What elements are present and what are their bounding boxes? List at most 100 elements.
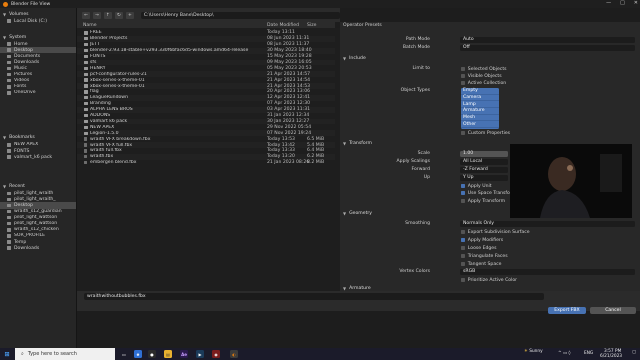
tangent-space-checkbox[interactable]: Tangent Space <box>461 261 501 267</box>
folder-icon <box>84 66 88 70</box>
object-type-armature[interactable]: Armature <box>461 108 499 115</box>
folder-icon <box>84 72 88 76</box>
file-size: 5.4 MiB <box>307 142 325 148</box>
file-date: 21 Jan 2023 08:26 <box>267 160 310 166</box>
tray-icons[interactable]: ^ ▭ ◊ <box>558 351 571 356</box>
sidebar-item-recent[interactable]: Downloads <box>0 245 76 251</box>
system-header[interactable]: ▼ System <box>0 33 76 41</box>
up-select[interactable]: Y Up <box>460 175 508 181</box>
file-date: 21 Apr 2023 14:54 <box>267 77 311 83</box>
file-name: LeagueRundown <box>90 95 128 101</box>
apply-transform-checkbox[interactable]: Apply Transform <box>461 198 505 204</box>
forward-select[interactable]: -Z Forward <box>460 167 508 173</box>
object-type-other[interactable]: Other <box>461 121 499 129</box>
folder-icon <box>84 90 88 94</box>
export-subdivision-checkbox[interactable]: Export Subdivision Surface <box>461 229 530 235</box>
filename-input[interactable]: wraithwithoutbubbles.fbx <box>84 293 544 300</box>
minimize-button[interactable]: — <box>606 0 611 6</box>
home-icon <box>7 42 11 46</box>
file-icon <box>84 149 87 153</box>
notifications-icon[interactable]: ▢ <box>632 350 636 355</box>
custom-properties-checkbox[interactable]: Custom Properties <box>461 130 510 136</box>
chevron-down-icon: ▼ <box>3 135 7 141</box>
prioritize-active-color-checkbox[interactable]: Prioritize Active Color <box>461 277 517 283</box>
blender-taskbar-icon[interactable]: ◐ <box>230 350 238 358</box>
media-icon[interactable]: ▶ <box>196 350 204 358</box>
apply-unit-checkbox[interactable]: Apply Unit <box>461 183 492 189</box>
fonts-icon <box>7 85 11 89</box>
file-name: wraith full.fbx <box>90 148 122 154</box>
language-indicator[interactable]: ENG <box>584 351 593 356</box>
file-date: 08 Jun 2023 11:37 <box>267 42 310 48</box>
file-date: Today 13:20 <box>267 154 295 160</box>
documents-icon <box>7 54 11 59</box>
parent-directory-button[interactable]: ↑ <box>103 11 112 19</box>
task-view-icon[interactable]: ▭ <box>120 350 128 358</box>
new-folder-button[interactable]: + <box>125 11 134 19</box>
maximize-button[interactable]: □ <box>620 0 625 6</box>
object-type-camera[interactable]: Camera <box>461 95 499 102</box>
use-space-transform-checkbox[interactable]: Use Space Transform <box>461 190 516 196</box>
loose-edges-checkbox[interactable]: Loose Edges <box>461 245 497 251</box>
object-type-mesh[interactable]: Mesh <box>461 115 499 122</box>
object-type-empty[interactable]: Empty <box>461 88 499 95</box>
folder-icon <box>84 107 88 112</box>
file-size: 6.4 MiB <box>307 148 325 154</box>
back-button[interactable]: ← <box>82 11 90 19</box>
window-title: Blender File View <box>11 1 51 7</box>
folder-icon <box>7 143 11 147</box>
edge-icon[interactable]: e <box>134 350 142 358</box>
drive-icon <box>7 19 11 23</box>
windows-start-icon[interactable]: ⊞ <box>3 350 11 358</box>
taskbar-search[interactable]: ⌕ Type here to search <box>15 348 115 360</box>
apply-modifiers-checkbox[interactable]: Apply Modifiers <box>461 237 503 243</box>
export-fbx-button[interactable]: Export FBX <box>548 307 586 314</box>
volumes-header[interactable]: ▼ Volumes <box>0 10 76 18</box>
folder-icon <box>84 78 88 82</box>
visible-objects-checkbox[interactable]: Visible Objects <box>461 73 502 79</box>
file-row[interactable]: embergen blend.fbx 21 Jan 2023 08:26 8.2 M… <box>77 160 335 166</box>
limit-to-label: Limit to <box>412 66 430 71</box>
include-header[interactable]: ▼ Include <box>341 55 635 62</box>
cancel-button[interactable]: Cancel <box>590 307 636 314</box>
active-collection-checkbox[interactable]: Active Collection <box>461 80 506 86</box>
folder-icon <box>84 131 88 135</box>
apply-scalings-select[interactable]: All Local <box>460 159 508 165</box>
clock-date[interactable]: 6/21/2023 <box>600 354 622 359</box>
search-icon: ⌕ <box>21 351 24 357</box>
column-date[interactable]: Date Modified <box>267 23 299 28</box>
directory-path-input[interactable]: C:\Users\Henry Bane\Desktop\ <box>140 11 341 19</box>
file-size: 6.5 MiB <box>307 136 325 142</box>
refresh-button[interactable]: ↻ <box>114 11 123 19</box>
recent-header[interactable]: ▼ Recent <box>0 182 76 190</box>
column-name[interactable]: Name <box>83 23 97 28</box>
folder-icon <box>84 60 88 65</box>
column-size[interactable]: Size <box>307 23 316 28</box>
close-button[interactable]: ✕ <box>634 0 638 6</box>
after-effects-icon[interactable]: Ae <box>180 350 188 358</box>
folder-icon <box>7 209 11 214</box>
file-date: 30 Jan 2023 12:27 <box>267 118 310 124</box>
folder-icon <box>7 234 11 238</box>
chevron-down-icon: ▼ <box>343 211 347 216</box>
path-mode-select[interactable]: Auto <box>460 37 635 43</box>
file-icon <box>84 137 87 141</box>
recording-icon[interactable]: ◉ <box>212 350 220 358</box>
file-name: blender-2.93.18-stable+v293.330f6bfac6d5… <box>90 48 249 54</box>
forward-button[interactable]: → <box>92 11 101 19</box>
file-explorer-icon[interactable]: ▤ <box>164 350 172 358</box>
object-types-label: Object Types <box>400 88 430 93</box>
triangulate-faces-checkbox[interactable]: Triangulate Faces <box>461 253 508 259</box>
chrome-icon[interactable]: ● <box>148 350 156 358</box>
file-date: 30 May 2023 18:40 <box>267 48 312 54</box>
file-name: xbox-series-x-theme-01 <box>90 83 145 89</box>
bookmarks-header[interactable]: ▼ Bookmarks <box>0 134 76 142</box>
chevron-down-icon: ▼ <box>343 141 347 146</box>
operator-presets[interactable]: Operator Presets <box>340 22 640 29</box>
vertex-colors-select[interactable]: sRGB <box>460 269 635 275</box>
smoothing-select[interactable]: Normals Only <box>460 221 635 227</box>
weather-widget[interactable]: ☀ Sunny <box>524 349 543 354</box>
batch-mode-select[interactable]: Off <box>460 45 635 51</box>
selected-objects-checkbox[interactable]: Selected Objects <box>461 66 507 72</box>
scale-field[interactable]: 1.00 <box>460 151 508 157</box>
